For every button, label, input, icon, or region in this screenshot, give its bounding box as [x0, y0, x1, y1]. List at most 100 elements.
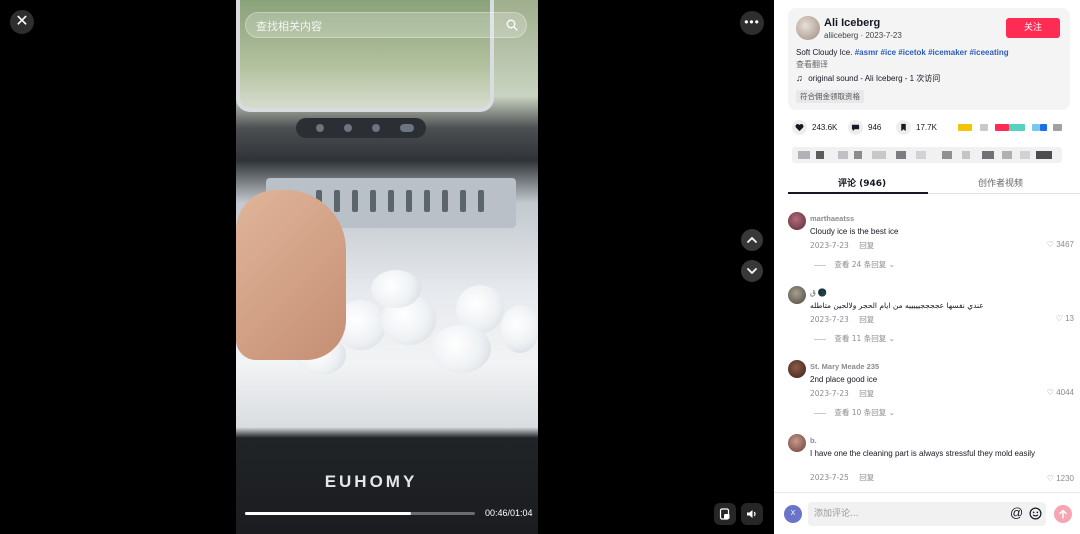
commenter-name[interactable]: b.: [810, 436, 817, 445]
next-video-button[interactable]: [741, 260, 763, 282]
video-search-box[interactable]: [245, 12, 527, 38]
mention-icon[interactable]: @: [1010, 505, 1023, 520]
author-name[interactable]: Ali Iceberg: [824, 17, 880, 29]
video-time: 00:46/01:04: [485, 508, 533, 518]
chevron-down-icon: [747, 268, 757, 274]
view-replies-label: 查看 10 条回复: [834, 408, 887, 417]
comment-text: I have one the cleaning part is always s…: [810, 449, 1036, 458]
reply-button[interactable]: 回复: [859, 241, 874, 250]
share-icon[interactable]: [1040, 124, 1047, 131]
send-comment-button[interactable]: [1054, 505, 1072, 523]
search-icon[interactable]: [506, 19, 518, 31]
comment-count: 946: [868, 123, 882, 132]
chevron-down-icon: ⌄: [888, 334, 895, 343]
video-progress-fill: [245, 512, 411, 515]
view-replies-button[interactable]: 查看 11 条回复 ⌄: [814, 333, 895, 344]
share-icon[interactable]: [995, 124, 1009, 131]
follow-button[interactable]: 关注: [1006, 18, 1060, 38]
comment-like-button[interactable]: ♡ 3467: [1047, 240, 1074, 249]
heart-outline-icon: ♡: [1046, 474, 1054, 483]
comment-list[interactable]: marthaeatss Cloudy ice is the best ice 2…: [774, 206, 1080, 492]
reply-button[interactable]: 回复: [859, 473, 874, 482]
share-icon[interactable]: [1053, 124, 1062, 131]
commission-eligible-badge: 符合佣金领取资格: [796, 90, 864, 103]
reply-button[interactable]: 回复: [859, 389, 874, 398]
commenter-avatar[interactable]: [788, 360, 806, 378]
heart-outline-icon: ♡: [1055, 314, 1063, 323]
view-replies-button[interactable]: 查看 24 条回复 ⌄: [814, 259, 895, 270]
video-scene-hand: [236, 190, 346, 360]
tab-creator-videos[interactable]: 创作者视频: [978, 176, 1023, 189]
tab-bar: 评论 (946) 创作者视频: [788, 174, 1080, 194]
close-icon: ✕: [15, 13, 29, 30]
comment-like-count: 4044: [1056, 388, 1074, 397]
heart-outline-icon: ♡: [1046, 388, 1054, 397]
comment-bubble-icon: [848, 120, 863, 135]
miniplayer-button[interactable]: [714, 503, 736, 525]
author-card: Ali Iceberg aliiceberg · 2023-7-23 关注 So…: [788, 8, 1070, 110]
commenter-avatar[interactable]: [788, 212, 806, 230]
comment-item: St. Mary Meade 235 2nd place good ice 20…: [788, 360, 1074, 424]
ice-cube: [371, 270, 421, 308]
commenter-name[interactable]: St. Mary Meade 235: [810, 362, 879, 371]
comment-input[interactable]: [814, 507, 1004, 521]
volume-button[interactable]: [741, 503, 763, 525]
video-player[interactable]: EUHOMY ✕ ••• 00:46/01:: [0, 0, 774, 534]
comment-like-count: 1230: [1056, 474, 1074, 483]
see-translation-link[interactable]: 查看翻译: [796, 59, 828, 70]
comment-composer: X @: [774, 492, 1080, 534]
side-panel: Ali Iceberg aliiceberg · 2023-7-23 关注 So…: [774, 0, 1080, 534]
heart-outline-icon: ♡: [1046, 240, 1054, 249]
comment-item: b. I have one the cleaning part is alway…: [788, 434, 1074, 490]
music-title[interactable]: original sound - Ali Iceberg - 1 次访问: [808, 74, 940, 83]
like-count: 243.6K: [812, 123, 838, 132]
active-tab-indicator: [788, 192, 928, 194]
ice-cube: [501, 305, 538, 353]
share-icon[interactable]: [1009, 124, 1025, 131]
more-dots-icon: •••: [744, 15, 760, 29]
close-button[interactable]: ✕: [10, 10, 34, 34]
comment-like-count: 13: [1065, 314, 1074, 323]
commenter-avatar[interactable]: [788, 286, 806, 304]
comment-meta: 2023-7-25 回复: [810, 472, 874, 483]
comment-like-button[interactable]: ♡ 1230: [1047, 474, 1074, 483]
video-search-input[interactable]: [256, 17, 496, 35]
view-replies-button[interactable]: 查看 10 条回复 ⌄: [814, 407, 895, 418]
video-link-bar[interactable]: [792, 147, 1062, 163]
share-icon[interactable]: [980, 124, 988, 131]
video-progress-bar[interactable]: [245, 512, 475, 515]
commenter-name[interactable]: marthaeatss: [810, 214, 854, 223]
comment-date: 2023-7-23: [810, 241, 849, 250]
music-row[interactable]: ♫ original sound - Ali Iceberg - 1 次访问: [796, 73, 940, 84]
ice-cube: [431, 325, 491, 373]
description-text: Soft Cloudy Ice.: [796, 48, 853, 57]
heart-icon: [792, 120, 807, 135]
commenter-avatar[interactable]: [788, 434, 806, 452]
comment-like-button[interactable]: ♡ 4044: [1047, 388, 1074, 397]
more-options-button[interactable]: •••: [740, 11, 764, 35]
bookmark-icon: [896, 120, 911, 135]
comment-text: 2nd place good ice: [810, 375, 878, 384]
previous-video-button[interactable]: [741, 229, 763, 251]
commenter-name[interactable]: ق 🌑: [810, 288, 827, 297]
video-description: Soft Cloudy Ice. #asmr #ice #icetok #ice…: [796, 48, 1064, 57]
app-root: EUHOMY ✕ ••• 00:46/01:: [0, 0, 1080, 534]
share-icon[interactable]: [1032, 124, 1040, 131]
engagement-stats: 243.6K 946 17.7K: [792, 120, 1072, 136]
comment-item: marthaeatss Cloudy ice is the best ice 2…: [788, 212, 1074, 276]
hashtags-link[interactable]: #asmr #ice #icetok #icemaker #iceeating: [855, 48, 1009, 57]
comment-box[interactable]: @: [808, 502, 1046, 526]
comment-date: 2023-7-25: [810, 473, 849, 482]
author-avatar[interactable]: [796, 16, 820, 40]
current-user-avatar[interactable]: X: [784, 505, 802, 523]
reply-button[interactable]: 回复: [859, 315, 874, 324]
video-frame[interactable]: EUHOMY: [236, 0, 538, 534]
tab-comments[interactable]: 评论 (946): [838, 176, 886, 189]
chevron-down-icon: ⌄: [888, 408, 895, 417]
video-brand-text: EUHOMY: [324, 472, 418, 491]
comment-like-button[interactable]: ♡ 13: [1056, 314, 1074, 323]
emoji-icon[interactable]: [1029, 507, 1042, 520]
share-icon[interactable]: [958, 124, 972, 131]
comment-meta: 2023-7-23 回复: [810, 314, 874, 325]
chevron-up-icon: [747, 237, 757, 243]
